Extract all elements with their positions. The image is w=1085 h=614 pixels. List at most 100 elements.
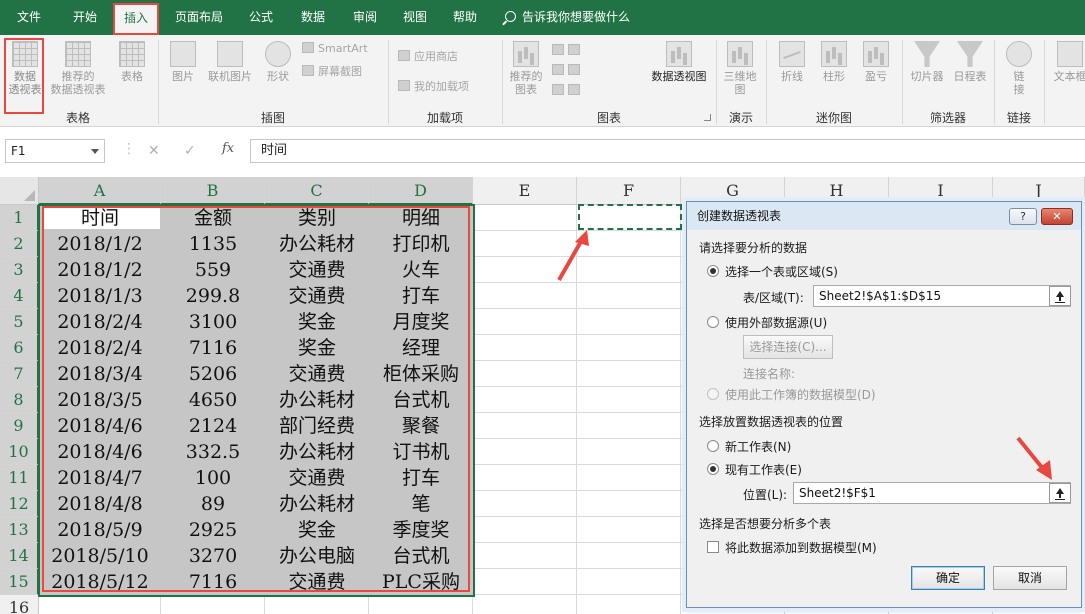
row-header-15[interactable]: 15 [0, 569, 39, 595]
column-header-b[interactable]: B [161, 177, 265, 205]
row-header-14[interactable]: 14 [0, 543, 39, 569]
screenshot-label: 屏幕截图 [318, 65, 362, 78]
radio-external-source[interactable] [707, 316, 719, 328]
location-input[interactable]: Sheet2!$F$1 [793, 482, 1071, 504]
close-button[interactable]: ✕ [1041, 208, 1073, 225]
tab-page-layout[interactable]: 页面布局 [164, 0, 234, 35]
sparkline-line-button[interactable]: 折线 [774, 41, 810, 83]
map-3d-button[interactable]: 三维地 图 [720, 41, 760, 96]
recommended-pivot-button[interactable]: 推荐的 数据透视表 [46, 41, 110, 96]
row-header-3[interactable]: 3 [0, 257, 39, 283]
recommended-pivot-icon [65, 41, 91, 67]
radio-data-model[interactable] [707, 388, 719, 400]
range-collapse-icon[interactable] [1049, 286, 1071, 306]
label-external-source: 使用外部数据源(U) [725, 316, 828, 330]
tell-me-text: 告诉我你想要做什么 [522, 10, 631, 24]
tab-data[interactable]: 数据 [288, 0, 338, 35]
sparkline-winloss-button[interactable]: 盈亏 [858, 41, 894, 83]
cancel-icon[interactable]: ✕ [148, 143, 160, 159]
textbox-button[interactable]: 文本框 [1048, 41, 1085, 83]
location-collapse-icon[interactable] [1049, 483, 1071, 503]
charts-launcher-icon[interactable] [704, 114, 711, 121]
my-addins-button[interactable]: 我的加载项 [398, 79, 469, 95]
tab-home[interactable]: 开始 [58, 0, 112, 35]
column-header-f[interactable]: F [577, 177, 681, 205]
map-3d-label: 三维地 图 [723, 70, 757, 96]
column-header-e[interactable]: E [473, 177, 577, 205]
choose-connection-button[interactable]: 选择连接(C)... [743, 335, 833, 359]
label-existing-sheet: 现有工作表(E) [725, 463, 802, 477]
radio-new-sheet[interactable] [707, 440, 719, 452]
name-box[interactable]: F1 [5, 139, 105, 163]
link-button[interactable]: 链 接 [1002, 41, 1036, 96]
row-header-4[interactable]: 4 [0, 283, 39, 309]
group-illustrations: 插图 [260, 111, 285, 125]
pivot-chart-icon [666, 41, 692, 67]
online-picture-label: 联机图片 [208, 70, 252, 83]
column-header-d[interactable]: D [369, 177, 473, 205]
name-box-value: F1 [11, 144, 26, 158]
row-header-16[interactable]: 16 [0, 595, 39, 614]
tab-file[interactable]: 文件 [0, 0, 58, 35]
shapes-icon [265, 41, 291, 67]
picture-button[interactable]: 图片 [166, 41, 200, 83]
insert-function-icon[interactable]: fx [222, 141, 234, 156]
enter-icon[interactable]: ✓ [184, 143, 196, 159]
table-label: 表格 [121, 70, 143, 83]
smartart-button[interactable]: SmartArt [302, 41, 368, 57]
group-addins: 加载项 [426, 111, 463, 125]
row-header-6[interactable]: 6 [0, 335, 39, 361]
chevron-down-icon[interactable] [91, 149, 99, 154]
column-header-c[interactable]: C [265, 177, 369, 205]
sparkline-column-button[interactable]: 柱形 [816, 41, 852, 83]
separator [994, 40, 995, 124]
row-header-7[interactable]: 7 [0, 361, 39, 387]
tab-view[interactable]: 视图 [390, 0, 440, 35]
textbox-label: 文本框 [1053, 70, 1085, 83]
select-all-corner[interactable] [0, 177, 39, 205]
separator [1044, 40, 1045, 124]
online-picture-icon [217, 41, 243, 67]
section-multiple-tables: 选择是否想要分析多个表 [699, 517, 832, 531]
online-picture-button[interactable]: 联机图片 [202, 41, 258, 83]
radio-existing-sheet[interactable] [707, 463, 719, 475]
ribbon-tab-bar: 文件 开始 插入 页面布局 公式 数据 审阅 视图 帮助 告诉我你想要做什么 [0, 0, 1085, 35]
ok-button[interactable]: 确定 [911, 566, 985, 590]
create-pivot-dialog: 创建数据透视表 ? ✕ 请选择要分析的数据 选择一个表或区域(S) 表/区域(T… [686, 201, 1082, 608]
marquee-cell-f1[interactable] [578, 204, 682, 230]
chart-type-buttons[interactable] [552, 41, 584, 101]
recommended-charts-button[interactable]: 推荐的 图表 [506, 41, 546, 96]
pivot-chart-button[interactable]: 数据透视图 [644, 41, 714, 83]
help-button[interactable]: ? [1009, 208, 1037, 225]
link-label: 链 接 [1013, 70, 1025, 96]
tab-review[interactable]: 审阅 [340, 0, 390, 35]
row-header-10[interactable]: 10 [0, 439, 39, 465]
table-range-input[interactable]: Sheet2!$A$1:$D$15 [813, 285, 1071, 307]
cancel-button[interactable]: 取消 [993, 566, 1067, 590]
app-store-button[interactable]: 应用商店 [398, 49, 458, 65]
timeline-button[interactable]: 日程表 [950, 41, 990, 83]
row-header-9[interactable]: 9 [0, 413, 39, 439]
radio-select-range[interactable] [707, 265, 719, 277]
row-header-11[interactable]: 11 [0, 465, 39, 491]
column-header-a[interactable]: A [39, 177, 161, 205]
table-button[interactable]: 表格 [112, 41, 152, 83]
row-header-2[interactable]: 2 [0, 231, 39, 257]
highlight-data-range [42, 206, 470, 592]
group-filters: 筛选器 [929, 111, 966, 125]
tell-me-search[interactable]: 告诉我你想要做什么 [505, 0, 630, 35]
group-links: 链接 [1006, 111, 1031, 125]
row-header-8[interactable]: 8 [0, 387, 39, 413]
row-header-12[interactable]: 12 [0, 491, 39, 517]
tab-formulas[interactable]: 公式 [236, 0, 286, 35]
row-header-5[interactable]: 5 [0, 309, 39, 335]
shapes-button[interactable]: 形状 [262, 41, 294, 83]
row-header-1[interactable]: 1 [0, 205, 39, 231]
add-to-model-checkbox[interactable] [707, 541, 719, 553]
row-header-13[interactable]: 13 [0, 517, 39, 543]
tab-help[interactable]: 帮助 [440, 0, 490, 35]
formula-input[interactable]: 时间 [250, 139, 1085, 163]
slicer-button[interactable]: 切片器 [906, 41, 948, 83]
drag-handle-icon[interactable]: ⋮ [122, 141, 137, 157]
screenshot-button[interactable]: 屏幕截图 [302, 64, 362, 80]
